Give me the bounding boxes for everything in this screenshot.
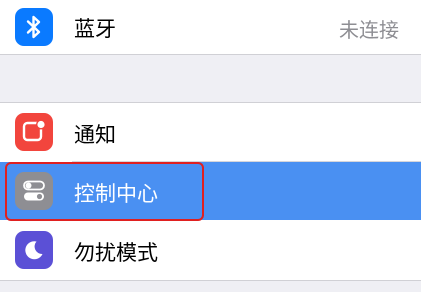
bluetooth-status-value: 未连接 bbox=[339, 18, 399, 42]
control-center-label: 控制中心 bbox=[74, 182, 158, 206]
bluetooth-icon bbox=[15, 8, 53, 46]
do-not-disturb-label: 勿扰模式 bbox=[74, 241, 158, 265]
settings-row-bluetooth[interactable]: 蓝牙 未连接 bbox=[0, 0, 421, 54]
moon-icon bbox=[15, 231, 53, 269]
system-group: 通知 控制中心 勿扰模式 bbox=[0, 102, 421, 281]
notifications-label: 通知 bbox=[74, 123, 116, 147]
settings-row-control-center[interactable]: 控制中心 bbox=[0, 162, 421, 220]
settings-row-do-not-disturb[interactable]: 勿扰模式 bbox=[0, 221, 421, 279]
settings-row-notifications[interactable]: 通知 bbox=[0, 103, 421, 161]
connectivity-group: 蓝牙 未连接 bbox=[0, 0, 421, 55]
control-center-toggle-icon bbox=[15, 172, 53, 210]
notifications-icon bbox=[15, 113, 53, 151]
bluetooth-label: 蓝牙 bbox=[74, 17, 116, 41]
